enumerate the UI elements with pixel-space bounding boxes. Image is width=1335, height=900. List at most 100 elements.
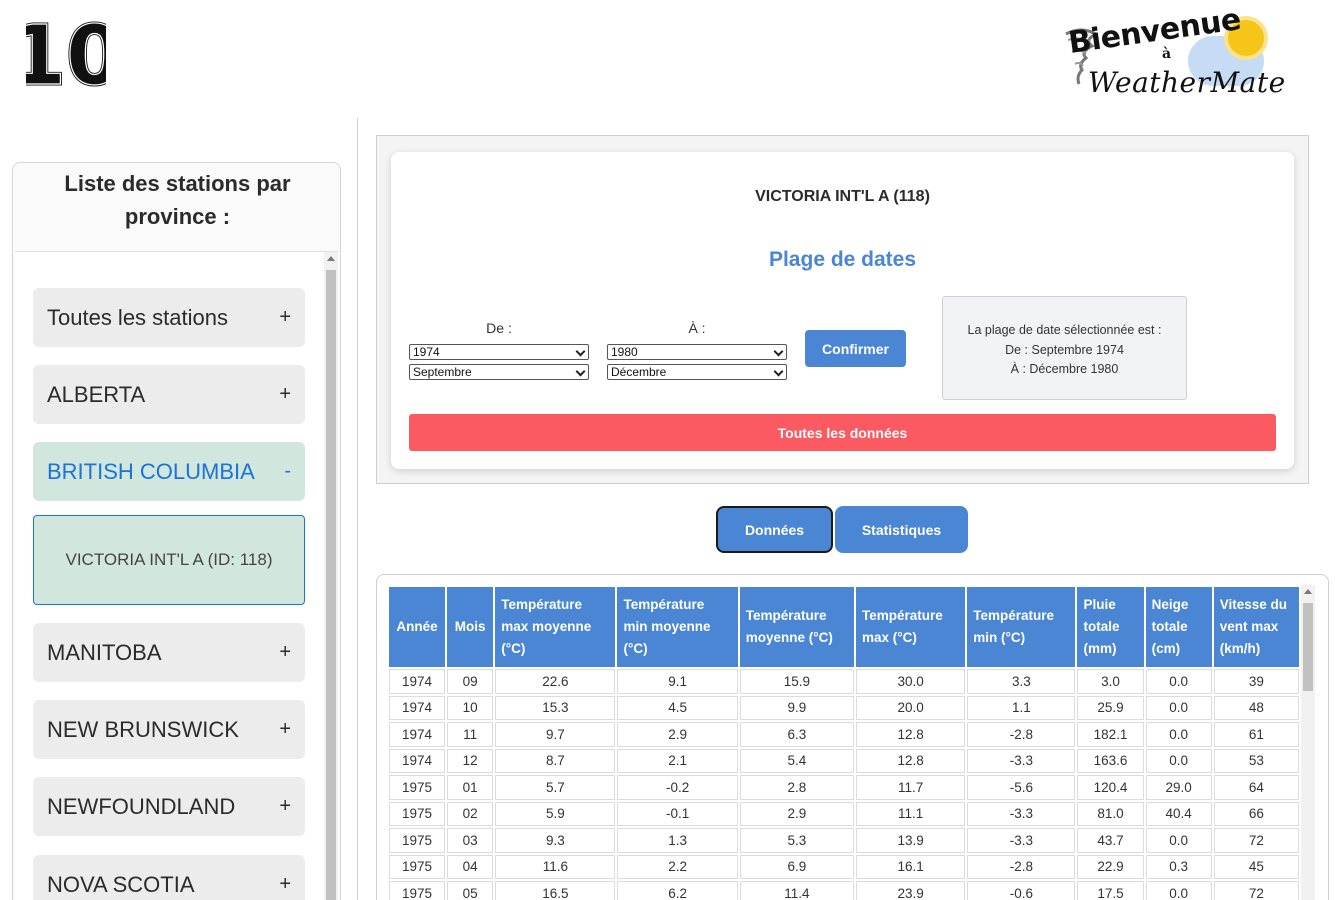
- column-header: Année: [389, 587, 446, 667]
- table-cell: 10: [447, 695, 494, 720]
- data-table-panel: Année Mois Température max moyenne (°C) Tem…: [376, 574, 1329, 900]
- info-line-to: À : Décembre 1980: [1010, 362, 1119, 376]
- table-cell: 16.1: [856, 854, 966, 879]
- table-row: 1974 11 9.7 2.9 6.3 12.8 -2.8 182.1 0.0 61: [389, 722, 1299, 747]
- table-cell: 5.9: [495, 801, 616, 826]
- table-cell: 16.5: [495, 881, 616, 900]
- scroll-up-arrow-icon[interactable]: [327, 256, 335, 261]
- table-cell: -0.2: [617, 775, 738, 800]
- chevron-down-icon: [575, 346, 586, 357]
- province-label: NEWFOUNDLAND: [47, 793, 236, 819]
- province-item-british-columbia[interactable]: BRITISH COLUMBIA -: [33, 442, 305, 501]
- table-cell: 45: [1213, 854, 1299, 879]
- table-cell: 03: [447, 828, 494, 853]
- table-cell: 72: [1213, 881, 1299, 900]
- province-item-newfoundland[interactable]: NEWFOUNDLAND +: [33, 777, 305, 836]
- table-cell: 11: [447, 722, 494, 747]
- selected-range-info: La plage de date sélectionnée est : De :…: [942, 296, 1187, 400]
- table-cell: 25.9: [1077, 695, 1144, 720]
- table-cell: 1974: [389, 695, 446, 720]
- table-row: 1975 05 16.5 6.2 11.4 23.9 -0.6 17.5 0.0 72: [389, 881, 1299, 900]
- data-table-scroll-area[interactable]: Année Mois Température max moyenne (°C) Tem…: [387, 585, 1317, 900]
- chevron-down-icon: [773, 366, 784, 377]
- station-sidebar: Liste des stations par province : Toutes…: [12, 162, 341, 900]
- table-body: 1974 09 22.6 9.1 15.9 30.0 3.3 3.0 0.0 39 1974 10 15…: [389, 669, 1299, 900]
- province-item-manitoba[interactable]: MANITOBA +: [33, 623, 305, 682]
- table-cell: 02: [447, 801, 494, 826]
- from-month-select[interactable]: Septembre: [409, 364, 589, 380]
- province-item-alberta[interactable]: ALBERTA +: [33, 365, 305, 424]
- expand-plus-icon[interactable]: +: [279, 641, 291, 664]
- province-item-all-stations[interactable]: Toutes les stations +: [33, 288, 305, 347]
- all-data-button[interactable]: Toutes les données: [409, 414, 1276, 451]
- table-cell: 2.2: [617, 854, 738, 879]
- expand-plus-icon[interactable]: +: [279, 306, 291, 329]
- table-cell: 0.0: [1145, 881, 1212, 900]
- table-scrollbar-thumb[interactable]: [1303, 603, 1313, 691]
- scroll-up-arrow-icon[interactable]: [1304, 589, 1312, 594]
- brand-name: WeatherMate: [1088, 66, 1286, 99]
- sidebar-scrollbar-thumb[interactable]: [326, 270, 336, 900]
- table-cell: 01: [447, 775, 494, 800]
- table-cell: 5.7: [495, 775, 616, 800]
- station-item-victoria[interactable]: VICTORIA INT'L A (ID: 118): [33, 515, 305, 605]
- table-cell: -2.8: [967, 722, 1076, 747]
- table-cell: 17.5: [1077, 881, 1144, 900]
- to-year-value: 1980: [611, 345, 638, 359]
- table-cell: 6.9: [739, 854, 854, 879]
- to-month-select[interactable]: Décembre: [607, 364, 787, 380]
- table-cell: 182.1: [1077, 722, 1144, 747]
- table-cell: 2.9: [617, 722, 738, 747]
- table-cell: -0.1: [617, 801, 738, 826]
- expand-plus-icon[interactable]: +: [279, 795, 291, 818]
- table-cell: 2.1: [617, 748, 738, 773]
- province-label: NEW BRUNSWICK: [47, 716, 239, 742]
- table-cell: 20.0: [856, 695, 966, 720]
- tab-statistics[interactable]: Statistiques: [835, 506, 968, 553]
- table-cell: 04: [447, 854, 494, 879]
- sidebar-scrollbar[interactable]: [324, 252, 338, 900]
- table-cell: 0.0: [1145, 722, 1212, 747]
- province-item-nova-scotia[interactable]: NOVA SCOTIA +: [33, 855, 305, 900]
- province-item-new-brunswick[interactable]: NEW BRUNSWICK +: [33, 700, 305, 759]
- table-cell: 6.3: [739, 722, 854, 747]
- table-cell: 11.4: [739, 881, 854, 900]
- table-cell: 81.0: [1077, 801, 1144, 826]
- expand-plus-icon[interactable]: +: [279, 718, 291, 741]
- table-cell: 1975: [389, 828, 446, 853]
- table-scrollbar[interactable]: [1301, 585, 1315, 900]
- table-cell: 39: [1213, 669, 1299, 694]
- expand-plus-icon[interactable]: +: [279, 873, 291, 896]
- table-cell: 9.3: [495, 828, 616, 853]
- column-header: Vitesse du vent max (km/h): [1213, 587, 1299, 667]
- province-list[interactable]: Toutes les stations + ALBERTA + BRITISH …: [15, 251, 339, 900]
- weather-data-table: Année Mois Température max moyenne (°C) Tem…: [387, 585, 1301, 900]
- to-year-select[interactable]: 1980: [607, 344, 787, 360]
- table-cell: 30.0: [856, 669, 966, 694]
- table-cell: 15.9: [739, 669, 854, 694]
- province-label: MANITOBA: [47, 639, 162, 665]
- table-cell: 120.4: [1077, 775, 1144, 800]
- from-year-select[interactable]: 1974: [409, 344, 589, 360]
- team-number-logo: 10 10: [26, 14, 106, 92]
- table-cell: -0.6: [967, 881, 1076, 900]
- info-line-from: De : Septembre 1974: [1005, 342, 1124, 357]
- column-header: Température max moyenne (°C): [495, 587, 616, 667]
- from-year-value: 1974: [413, 345, 440, 359]
- table-cell: 40.4: [1145, 801, 1212, 826]
- collapse-minus-icon[interactable]: -: [284, 460, 291, 483]
- to-month-value: Décembre: [611, 365, 667, 379]
- table-cell: 48: [1213, 695, 1299, 720]
- table-cell: 13.9: [856, 828, 966, 853]
- table-header: Année Mois Température max moyenne (°C) Tem…: [389, 587, 1299, 667]
- table-cell: 3.0: [1077, 669, 1144, 694]
- from-month-value: Septembre: [413, 365, 472, 379]
- table-cell: 11.1: [856, 801, 966, 826]
- table-cell: 2.8: [739, 775, 854, 800]
- confirm-button[interactable]: Confirmer: [805, 330, 906, 367]
- table-cell: 23.9: [856, 881, 966, 900]
- tab-data[interactable]: Données: [716, 506, 833, 553]
- table-cell: 0.0: [1145, 695, 1212, 720]
- expand-plus-icon[interactable]: +: [279, 383, 291, 406]
- table-cell: 12: [447, 748, 494, 773]
